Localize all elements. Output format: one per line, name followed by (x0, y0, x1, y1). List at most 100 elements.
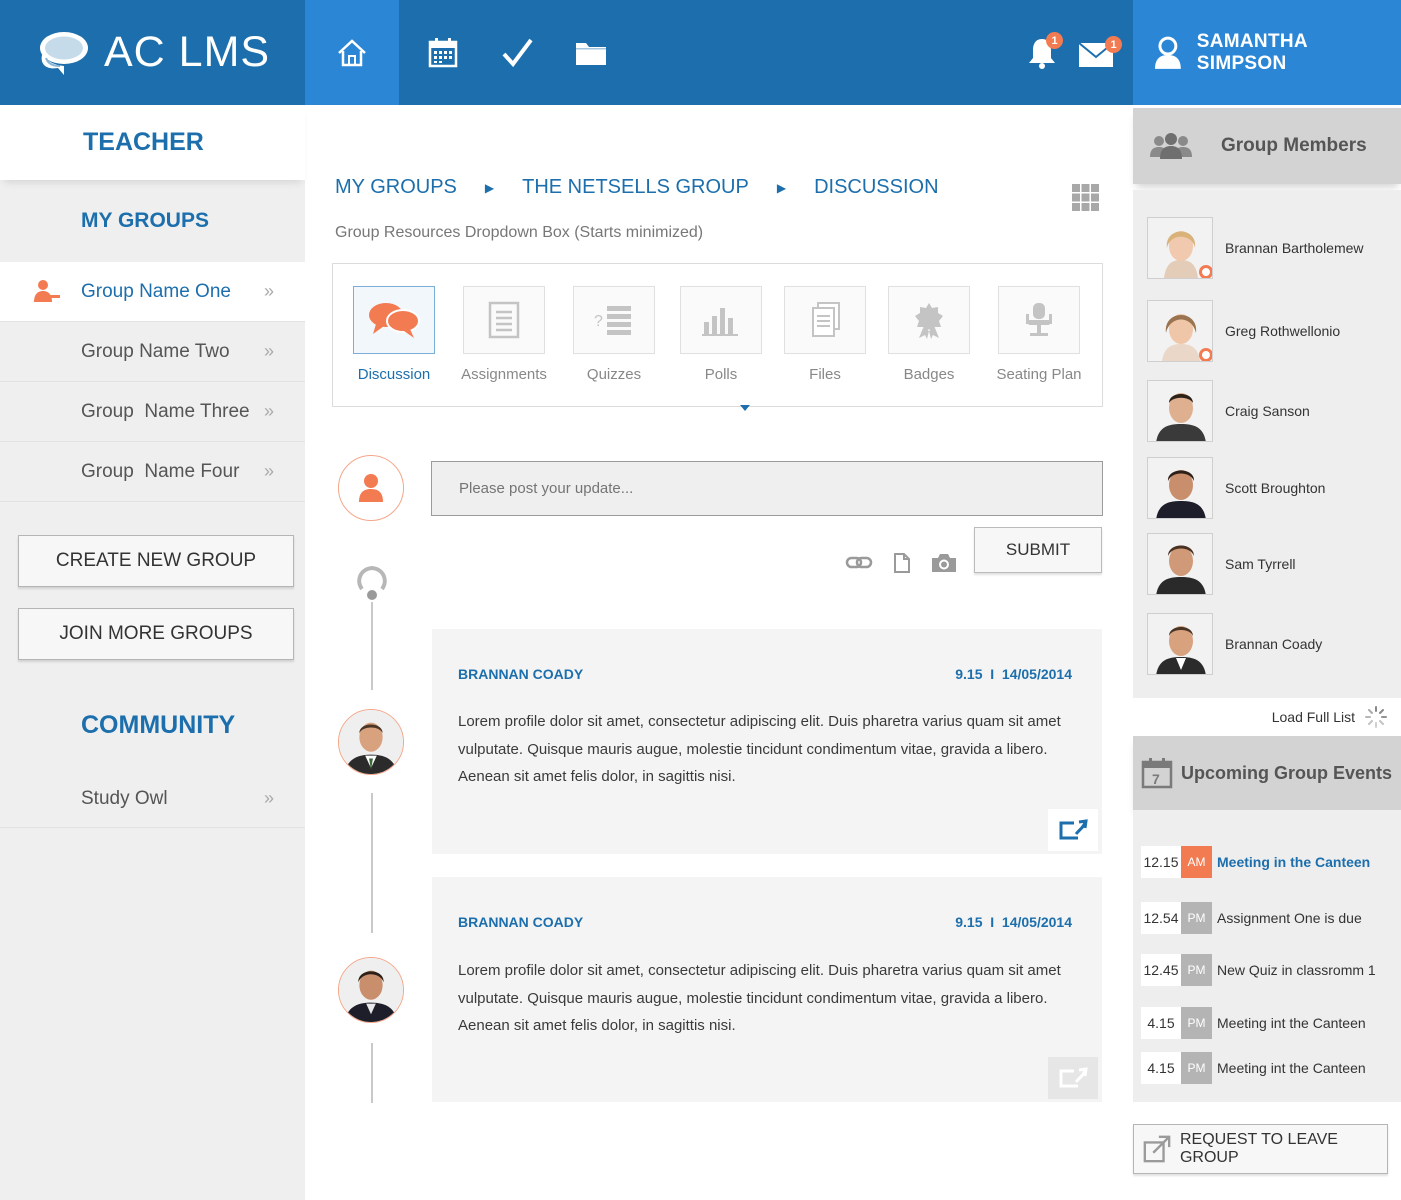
post-datetime: 9.15 I 14/05/2014 (955, 666, 1072, 682)
svg-text:?: ? (594, 313, 603, 330)
event-item[interactable]: 4.15 PM Meeting int the Canteen (1141, 1007, 1366, 1039)
quizzes-icon: ? (594, 306, 631, 335)
breadcrumb-separator-icon: ▶ (484, 180, 495, 195)
resource-badges[interactable]: Badges (888, 286, 970, 383)
app-logo[interactable]: AC LMS (0, 0, 305, 105)
post-line: vulputate. Quisque mauris augue, molesti… (458, 989, 1048, 1007)
group-label: Group Name Two (81, 340, 230, 362)
timeline-line (371, 1043, 373, 1103)
post-line: Aenean sit amet felis dolor, in sagittis… (458, 1017, 736, 1034)
sidebar-item-group-two[interactable]: Group Name Two » (0, 322, 305, 382)
resource-seating-plan[interactable]: Seating Plan (996, 286, 1082, 383)
messages-button[interactable]: 1 (1078, 36, 1122, 73)
post-author-avatar[interactable] (338, 709, 404, 775)
discussion-icon (369, 303, 420, 338)
member-item[interactable]: Brannan Coady (1147, 613, 1322, 675)
resource-label: Discussion (357, 366, 431, 383)
post-card: BRANNAN COADY 9.15 I 14/05/2014 Lorem pr… (432, 877, 1102, 1102)
share-button[interactable] (1048, 1057, 1098, 1099)
resource-polls[interactable]: Polls (680, 286, 762, 383)
grid-view-icon[interactable] (1072, 184, 1099, 216)
post-body: Lorem profile dolor sit amet, consectetu… (458, 708, 1088, 791)
member-item[interactable]: Craig Sanson (1147, 380, 1310, 442)
exit-icon (1143, 1135, 1171, 1163)
member-item[interactable]: Scott Broughton (1147, 457, 1325, 519)
member-avatar (1147, 300, 1213, 362)
polls-icon (702, 308, 738, 336)
community-title: COMMUNITY (81, 710, 236, 739)
link-icon[interactable] (845, 552, 873, 577)
event-item[interactable]: 4.15 PM Meeting int the Canteen (1141, 1052, 1366, 1084)
notifications-count-badge: 1 (1046, 32, 1063, 49)
chevron-right-icon: » (264, 341, 275, 361)
event-ampm: PM (1181, 1007, 1212, 1039)
group-members-header: Group Members (1133, 108, 1401, 184)
breadcrumb-group[interactable]: THE NETSELLS GROUP (522, 176, 749, 199)
member-name: Brannan Coady (1225, 636, 1323, 652)
event-item[interactable]: 12.15 AM Meeting in the Canteen (1141, 846, 1370, 878)
nav-tasks[interactable] (484, 0, 550, 105)
breadcrumb-discussion[interactable]: DISCUSSION (814, 176, 938, 199)
create-new-group-button[interactable]: CREATE NEW GROUP (18, 535, 294, 587)
group-label: Group Name Four (81, 460, 240, 482)
event-time: 12.15 (1141, 846, 1181, 878)
user-menu[interactable]: SAMANTHA SIMPSON (1133, 0, 1401, 105)
member-item[interactable]: Sam Tyrrell (1147, 533, 1296, 595)
files-icon (812, 302, 840, 337)
resources-subtitle: Group Resources Dropdown Box (Starts min… (335, 224, 704, 241)
sidebar-item-group-one[interactable]: Group Name One » (0, 262, 305, 322)
post-update-input[interactable] (431, 461, 1103, 516)
group-members-title: Group Members (1221, 135, 1367, 156)
refresh-icon[interactable] (354, 563, 390, 606)
notifications-button[interactable]: 1 (1027, 32, 1063, 75)
role-title: TEACHER (0, 105, 305, 180)
post-line: Lorem profile dolor sit amet, consectetu… (458, 962, 1061, 979)
group-members-icon (1150, 133, 1192, 159)
request-leave-group-button[interactable]: REQUEST TO LEAVE GROUP (1133, 1124, 1388, 1174)
event-item[interactable]: 12.45 PM New Quiz in classromm 1 (1141, 954, 1376, 986)
event-title: Meeting in the Canteen (1217, 854, 1371, 870)
sidebar-item-group-three[interactable]: Group Name Three » (0, 382, 305, 442)
chat-bubbles-logo-icon (40, 31, 88, 75)
post-author[interactable]: BRANNAN COADY (458, 914, 583, 930)
left-sidebar: TEACHER MY GROUPS Group Name One » Group… (0, 105, 305, 1200)
breadcrumb-my-groups[interactable]: MY GROUPS (335, 176, 457, 199)
sidebar-item-study-owl[interactable]: Study Owl » (0, 770, 305, 828)
nav-calendar[interactable] (410, 0, 476, 105)
event-ampm: AM (1181, 846, 1212, 878)
user-name: SAMANTHA SIMPSON (1196, 30, 1308, 74)
camera-icon[interactable] (930, 552, 958, 579)
resource-label: Assignments (461, 366, 547, 383)
post-line: Lorem profile dolor sit amet, consectetu… (458, 713, 1061, 730)
post-datetime: 9.15 I 14/05/2014 (955, 914, 1072, 930)
current-user-avatar (338, 455, 404, 521)
attach-file-icon[interactable] (893, 552, 911, 579)
event-title: Meeting int the Canteen (1217, 1015, 1366, 1031)
sidebar-item-group-four[interactable]: Group Name Four » (0, 442, 305, 502)
join-more-groups-button[interactable]: JOIN MORE GROUPS (18, 608, 294, 660)
submit-button[interactable]: SUBMIT (974, 527, 1102, 573)
chevron-right-icon: » (264, 788, 275, 808)
user-icon (1154, 36, 1181, 69)
member-name: Sam Tyrrell (1225, 556, 1296, 572)
post-author-avatar[interactable] (338, 957, 404, 1023)
load-full-list-button[interactable]: Load Full List (1133, 698, 1401, 736)
request-leave-group-label: REQUEST TO LEAVE GROUP (1179, 1131, 1338, 1166)
chevron-right-icon: » (264, 281, 275, 301)
resource-assignments[interactable]: Assignments (461, 286, 547, 383)
member-avatar (1147, 457, 1213, 519)
post-author[interactable]: BRANNAN COADY (458, 666, 583, 682)
event-time: 12.54 (1141, 902, 1181, 934)
member-item[interactable]: Brannan Bartholemew (1147, 217, 1364, 279)
share-button[interactable] (1048, 809, 1098, 851)
resource-discussion[interactable]: Discussion (353, 286, 435, 383)
resource-files[interactable]: Files (784, 286, 866, 383)
member-item[interactable]: Greg Rothwellonio (1147, 300, 1340, 362)
nav-files[interactable] (558, 0, 624, 105)
event-time: 12.45 (1141, 954, 1181, 986)
group-label: Group Name Three (81, 400, 250, 422)
resource-quizzes[interactable]: ? Quizzes (573, 286, 655, 383)
dropdown-caret-icon[interactable] (740, 405, 750, 411)
nav-home[interactable] (305, 0, 399, 105)
event-item[interactable]: 12.54 PM Assignment One is due (1141, 902, 1362, 934)
